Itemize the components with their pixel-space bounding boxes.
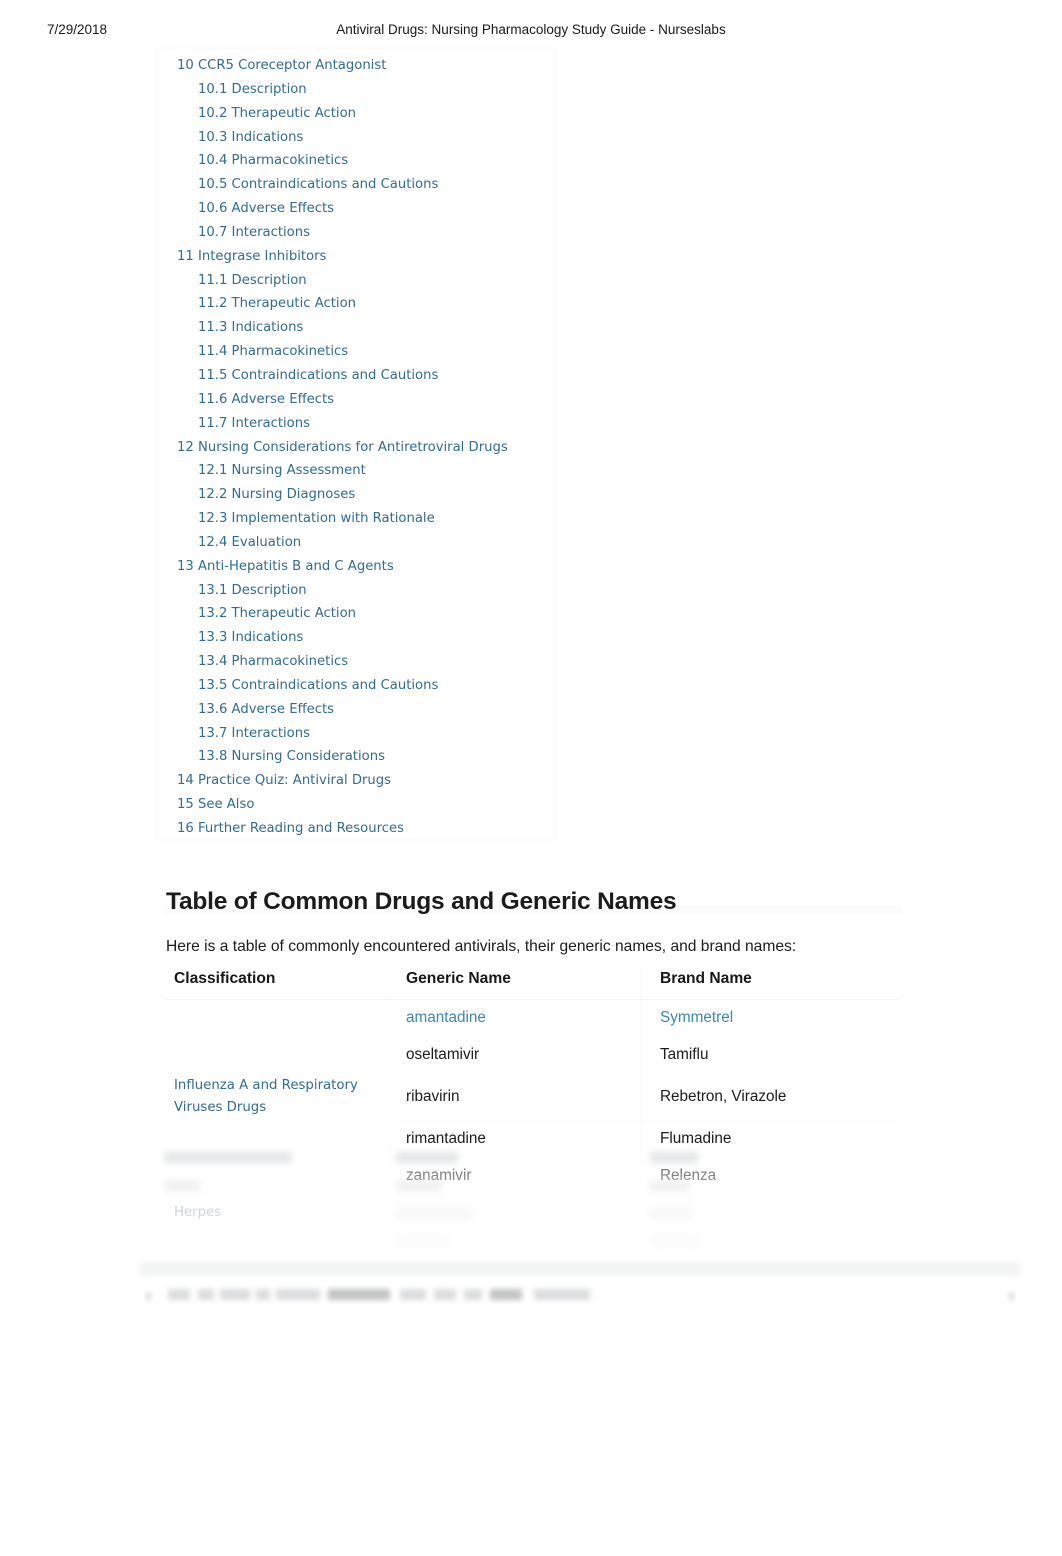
toc-item[interactable]: 10 CCR5 Coreceptor Antagonist xyxy=(158,54,554,78)
footer-divider-band xyxy=(140,1262,1020,1276)
toc-item[interactable]: 11.7 Interactions xyxy=(158,412,554,436)
print-header: 7/29/2018 Antiviral Drugs: Nursing Pharm… xyxy=(0,22,1062,44)
toc-item[interactable]: 13.1 Description xyxy=(158,579,554,603)
brand-name-link[interactable]: Symmetrel xyxy=(660,1009,733,1026)
column-header-classification: Classification xyxy=(164,962,396,1000)
cell-brand-name: Symmetrel xyxy=(650,999,900,1037)
toc-item[interactable]: 15 See Also xyxy=(158,793,554,817)
table-header-row: Classification Generic Name Brand Name xyxy=(164,962,900,1000)
column-header-brand-name: Brand Name xyxy=(650,962,900,1000)
footer-text-ghost xyxy=(168,1288,818,1302)
toc-list: 10 CCR5 Coreceptor Antagonist 10.1 Descri… xyxy=(158,49,554,841)
toc-item[interactable]: 11 Integrase Inhibitors xyxy=(158,245,554,269)
generic-name-text: rimantadine xyxy=(406,1130,486,1147)
toc-item[interactable]: 13.6 Adverse Effects xyxy=(158,698,554,722)
toc-item[interactable]: 13.3 Indications xyxy=(158,626,554,650)
toc-item[interactable]: 13.4 Pharmacokinetics xyxy=(158,650,554,674)
toc-item[interactable]: 10.3 Indications xyxy=(158,126,554,150)
toc-item[interactable]: 13.5 Contraindications and Cautions xyxy=(158,674,554,698)
toc-item[interactable]: 13.2 Therapeutic Action xyxy=(158,602,554,626)
faded-table-rows xyxy=(164,1148,904,1263)
toc-item[interactable]: 12.2 Nursing Diagnoses xyxy=(158,483,554,507)
column-header-generic-name: Generic Name xyxy=(396,962,650,1000)
toc-item[interactable]: 12.3 Implementation with Rationale xyxy=(158,507,554,531)
faded-row xyxy=(164,1148,904,1176)
section-intro-text: Here is a table of commonly encountered … xyxy=(166,937,797,955)
footer-edge-mark-left xyxy=(145,1292,152,1301)
toc-item[interactable]: 10.5 Contraindications and Cautions xyxy=(158,173,554,197)
toc-item[interactable]: 10.2 Therapeutic Action xyxy=(158,102,554,126)
cell-generic-name: oseltamivir xyxy=(396,1036,650,1074)
toc-item[interactable]: 13.7 Interactions xyxy=(158,722,554,746)
generic-name-link[interactable]: amantadine xyxy=(406,1009,486,1026)
faded-row xyxy=(164,1204,904,1232)
brand-name-text: Flumadine xyxy=(660,1130,732,1147)
toc-item[interactable]: 11.1 Description xyxy=(158,269,554,293)
page-title: Antiviral Drugs: Nursing Pharmacology St… xyxy=(336,22,726,37)
cell-brand-name: Tamiflu xyxy=(650,1036,900,1074)
toc-item[interactable]: 16 Further Reading and Resources xyxy=(158,817,554,841)
toc-item[interactable]: 12.1 Nursing Assessment xyxy=(158,459,554,483)
faded-row xyxy=(164,1232,904,1260)
generic-name-text: oseltamivir xyxy=(406,1046,480,1063)
drug-table-header: Classification Generic Name Brand Name xyxy=(164,962,900,1000)
footer-edge-mark-right xyxy=(1008,1292,1015,1301)
toc-item[interactable]: 13.8 Nursing Considerations xyxy=(158,745,554,769)
brand-name-text: Rebetron, Virazole xyxy=(660,1088,787,1105)
toc-item[interactable]: 11.2 Therapeutic Action xyxy=(158,292,554,316)
cell-generic-name: amantadine xyxy=(396,999,650,1037)
toc-item[interactable]: 10.7 Interactions xyxy=(158,221,554,245)
toc-item[interactable]: 11.3 Indications xyxy=(158,316,554,340)
toc-item[interactable]: 14 Practice Quiz: Antiviral Drugs xyxy=(158,769,554,793)
faded-row xyxy=(164,1176,904,1204)
toc-item[interactable]: 11.5 Contraindications and Cautions xyxy=(158,364,554,388)
table-of-contents-box: 10 CCR5 Coreceptor Antagonist 10.1 Descri… xyxy=(157,48,555,840)
toc-item[interactable]: 11.6 Adverse Effects xyxy=(158,388,554,412)
brand-name-text: Tamiflu xyxy=(660,1046,709,1063)
toc-item[interactable]: 10.4 Pharmacokinetics xyxy=(158,149,554,173)
table-row: Influenza A and Respiratory Viruses Drug… xyxy=(164,999,900,1195)
toc-item[interactable]: 12 Nursing Considerations for Antiretrov… xyxy=(158,436,554,460)
toc-item[interactable]: 11.4 Pharmacokinetics xyxy=(158,340,554,364)
generic-name-text: ribavirin xyxy=(406,1088,460,1105)
cell-brand-name: Rebetron, Virazole xyxy=(650,1073,900,1121)
section-heading: Table of Common Drugs and Generic Names xyxy=(166,888,677,916)
toc-item[interactable]: 12.4 Evaluation xyxy=(158,531,554,555)
toc-item[interactable]: 10.1 Description xyxy=(158,78,554,102)
toc-item[interactable]: 10.6 Adverse Effects xyxy=(158,197,554,221)
cell-generic-name: ribavirin xyxy=(396,1073,650,1121)
toc-item[interactable]: 13 Anti-Hepatitis B and C Agents xyxy=(158,555,554,579)
